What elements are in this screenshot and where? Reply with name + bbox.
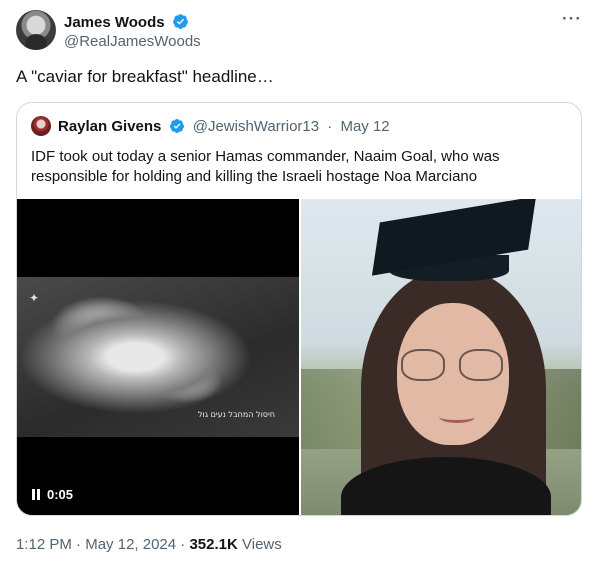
verified-badge-icon [169, 119, 184, 133]
verified-badge-icon [172, 14, 188, 29]
idf-logo-icon: ✦ [29, 291, 40, 305]
quoted-separator: · [327, 118, 333, 135]
views-label: Views [242, 536, 282, 553]
author-handle[interactable]: @RealJamesWoods [64, 33, 201, 51]
tweet: James Woods @RealJamesWoods ··· A "cavia… [0, 0, 600, 567]
quoted-photo[interactable] [301, 199, 581, 515]
meta-separator: · [76, 536, 82, 553]
views-count[interactable]: 352.1K [189, 536, 237, 553]
photo-smile [439, 411, 475, 423]
quoted-avatar[interactable] [31, 116, 51, 136]
quoted-handle[interactable]: @JewishWarrior13 [193, 118, 319, 135]
author-avatar[interactable] [16, 10, 56, 50]
quoted-video[interactable]: ✦ חיסול המחבל נעים גול 0:05 [17, 199, 299, 515]
tweet-date[interactable]: May 12, 2024 [85, 536, 176, 553]
quoted-text: IDF took out today a senior Hamas comman… [31, 148, 500, 185]
tweet-meta: 1:12 PM · May 12, 2024 · 352.1K Views [16, 536, 282, 554]
quoted-media: ✦ חיסול המחבל נעים גול 0:05 [17, 199, 581, 515]
meta-separator: · [180, 536, 186, 553]
more-icon[interactable]: ··· [562, 9, 582, 29]
video-caption: חיסול המחבל נעים גול [198, 410, 275, 419]
video-time: 0:05 [47, 487, 74, 502]
quoted-tweet[interactable]: Raylan Givens @JewishWarrior13 · May 12 … [16, 102, 582, 516]
author-name[interactable]: James Woods [64, 14, 165, 31]
quoted-date[interactable]: May 12 [340, 118, 389, 135]
author-name-row[interactable]: James Woods [64, 13, 189, 32]
video-timer[interactable]: 0:05 [31, 487, 73, 502]
pause-icon[interactable] [31, 489, 41, 500]
photo-glasses [399, 349, 511, 381]
tweet-text: A "caviar for breakfast" headline… [16, 67, 274, 86]
tweet-time[interactable]: 1:12 PM [16, 536, 72, 553]
quoted-header: Raylan Givens @JewishWarrior13 · May 12 [58, 118, 390, 136]
quoted-name[interactable]: Raylan Givens [58, 118, 161, 135]
